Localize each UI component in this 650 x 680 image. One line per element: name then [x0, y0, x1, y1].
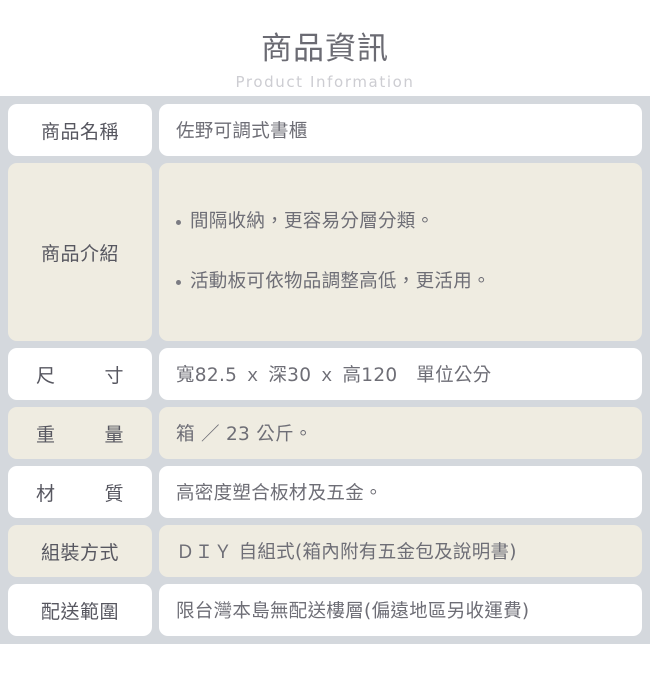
row-label-weight-char-1: 重 [36, 423, 56, 446]
table-row-delivery-scope: 配送範圍 限台灣本島無配送樓層(偏遠地區另收運費) [8, 584, 642, 636]
row-label-material-char-2: 質 [104, 482, 124, 505]
row-label-dimensions-char-2: 寸 [104, 364, 124, 387]
table-row-product-name: 商品名稱 佐野可調式書櫃 [8, 104, 642, 156]
row-value-delivery-scope: 限台灣本島無配送樓層(偏遠地區另收運費) [159, 584, 642, 636]
row-value-dimensions: 寬82.5 ｘ 深30 ｘ 高120 單位公分 [159, 348, 642, 400]
row-value-material: 高密度塑合板材及五金。 [159, 466, 642, 518]
row-value-assembly: ＤＩＹ 自組式(箱內附有五金包及說明書) [159, 525, 642, 577]
row-label-dimensions: 尺 寸 [8, 348, 152, 400]
bullet-dot-icon [176, 220, 181, 225]
row-value-product-name: 佐野可調式書櫃 [159, 104, 642, 156]
row-value-product-intro: 間隔收納，更容易分層分類。 活動板可依物品調整高低，更活用。 [159, 163, 642, 341]
row-label-assembly: 組裝方式 [8, 525, 152, 577]
list-item-text: 活動板可依物品調整高低，更活用。 [190, 271, 491, 292]
row-label-dimensions-char-1: 尺 [36, 364, 56, 387]
list-item-text: 間隔收納，更容易分層分類。 [190, 211, 435, 232]
product-spec-table: 商品名稱 佐野可調式書櫃 商品介紹 間隔收納，更容易分層分類。 活動板可依物品調… [0, 96, 650, 644]
row-label-weight: 重 量 [8, 407, 152, 459]
table-row-product-intro: 商品介紹 間隔收納，更容易分層分類。 活動板可依物品調整高低，更活用。 [8, 163, 642, 341]
list-item: 活動板可依物品調整高低，更活用。 [176, 269, 630, 295]
list-item: 間隔收納，更容易分層分類。 [176, 209, 630, 235]
table-row-material: 材 質 高密度塑合板材及五金。 [8, 466, 642, 518]
row-label-material: 材 質 [8, 466, 152, 518]
row-label-material-char-1: 材 [36, 482, 56, 505]
row-value-weight: 箱 ／ 23 公斤。 [159, 407, 642, 459]
product-information-page: 商品資訊 Product Information 商品名稱 佐野可調式書櫃 商品… [0, 0, 650, 680]
row-label-product-name: 商品名稱 [8, 104, 152, 156]
product-intro-bullet-list: 間隔收納，更容易分層分類。 活動板可依物品調整高低，更活用。 [176, 209, 630, 295]
row-label-product-intro: 商品介紹 [8, 163, 152, 341]
table-row-dimensions: 尺 寸 寬82.5 ｘ 深30 ｘ 高120 單位公分 [8, 348, 642, 400]
row-label-delivery-scope: 配送範圍 [8, 584, 152, 636]
page-subtitle: Product Information [235, 73, 415, 91]
page-header: 商品資訊 Product Information [0, 0, 650, 92]
table-row-weight: 重 量 箱 ／ 23 公斤。 [8, 407, 642, 459]
table-row-assembly: 組裝方式 ＤＩＹ 自組式(箱內附有五金包及說明書) [8, 525, 642, 577]
bullet-dot-icon [176, 280, 181, 285]
row-label-weight-char-2: 量 [104, 423, 124, 446]
page-title: 商品資訊 [261, 31, 389, 67]
